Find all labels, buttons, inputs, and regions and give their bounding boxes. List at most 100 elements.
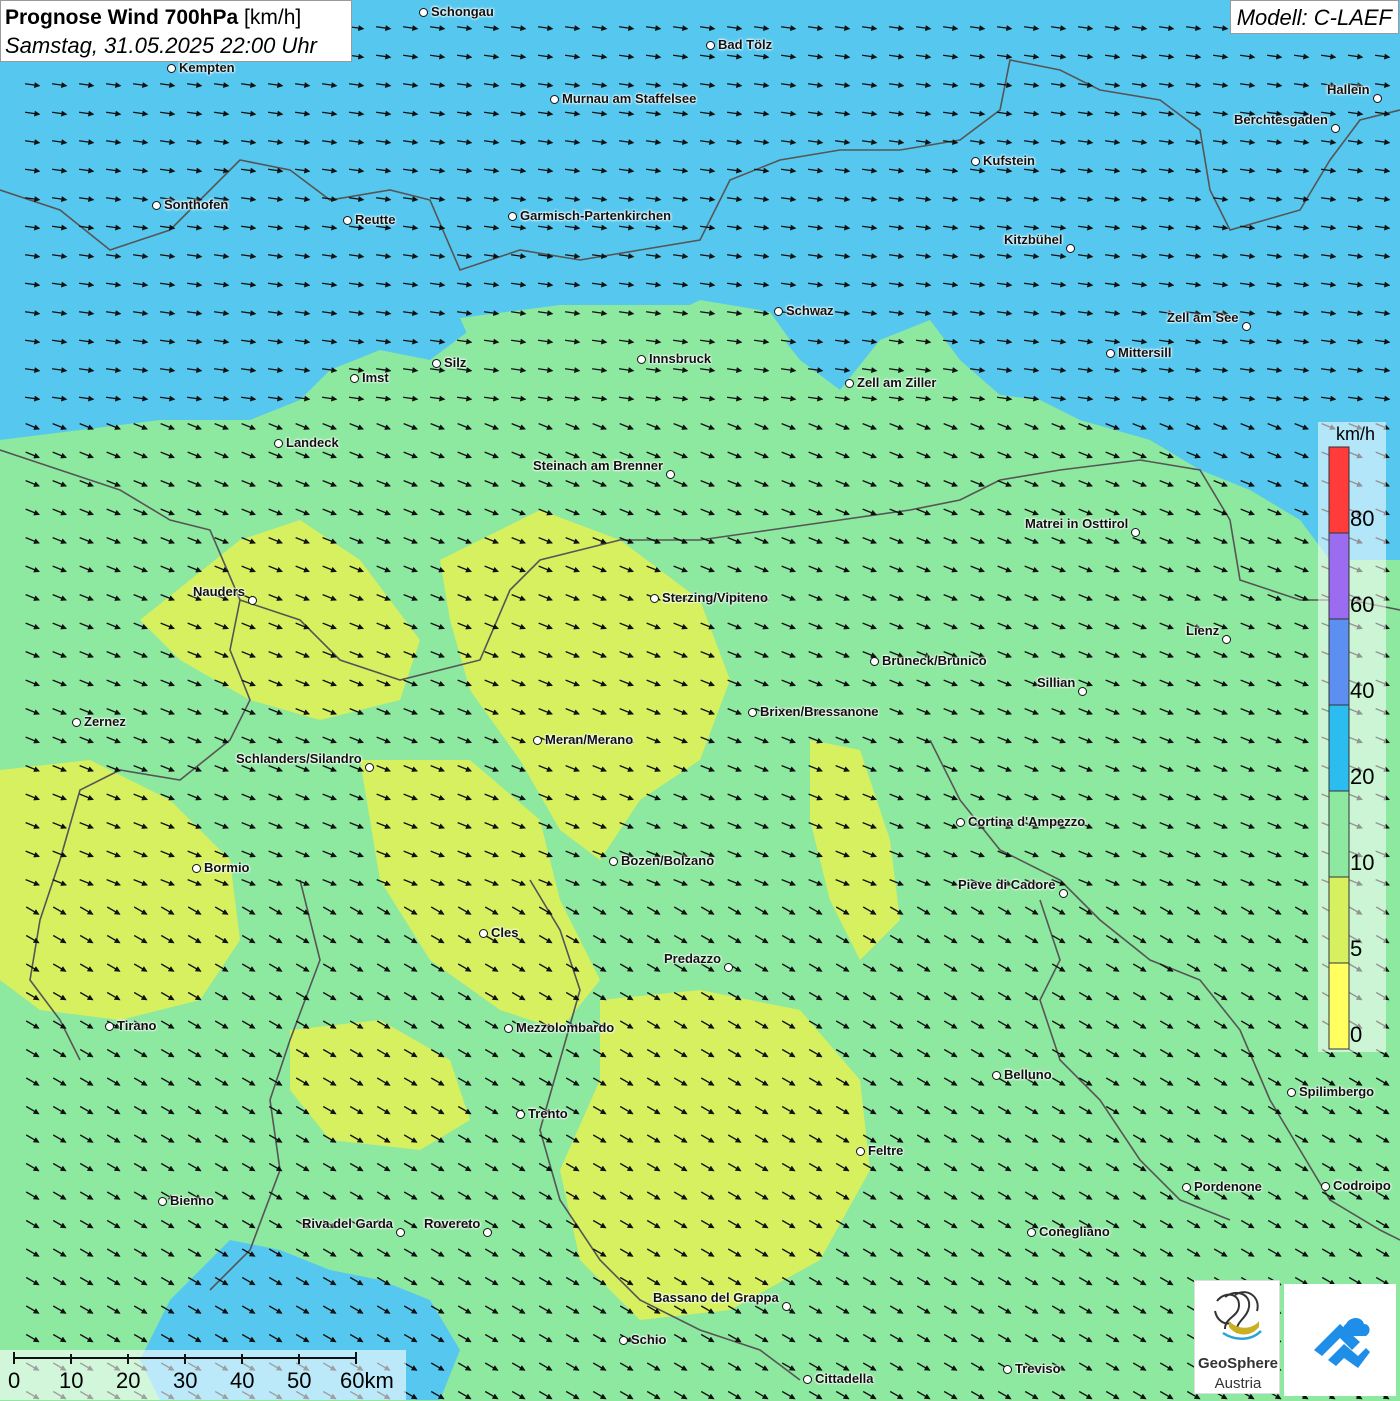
city-label: Cortina d'Ampezzo: [968, 814, 1086, 829]
legend-colorbar: [1328, 446, 1350, 1050]
city-label: Bruneck/Brunico: [882, 653, 987, 668]
city-marker[interactable]: [105, 1022, 114, 1031]
city-marker[interactable]: [1066, 244, 1075, 253]
city-marker[interactable]: [956, 818, 965, 827]
legend-swatch: [1328, 962, 1350, 1050]
forecast-datetime: Samstag, 31.05.2025 22:00 Uhr: [5, 33, 317, 58]
city-marker[interactable]: [1106, 349, 1115, 358]
city-label: Meran/Merano: [545, 732, 634, 747]
city-label: Bad Tölz: [718, 37, 773, 52]
city-marker[interactable]: [167, 64, 176, 73]
city-marker[interactable]: [504, 1024, 513, 1033]
city-marker[interactable]: [396, 1228, 405, 1237]
city-label: Innsbruck: [649, 351, 712, 366]
city-marker[interactable]: [992, 1071, 1001, 1080]
city-marker[interactable]: [1027, 1228, 1036, 1237]
city-marker[interactable]: [619, 1336, 628, 1345]
city-marker[interactable]: [1373, 94, 1382, 103]
scale-label: 20: [116, 1368, 141, 1393]
app-logo[interactable]: [1284, 1284, 1396, 1396]
city-marker[interactable]: [192, 864, 201, 873]
city-marker[interactable]: [1242, 322, 1251, 331]
city-marker[interactable]: [1321, 1182, 1330, 1191]
city-label: Zernez: [84, 714, 126, 729]
city-marker[interactable]: [350, 374, 359, 383]
city-label: Pieve di Cadore: [958, 877, 1056, 892]
city-label: Zell am Ziller: [857, 375, 937, 390]
city-label: Tirano: [117, 1018, 157, 1033]
city-label: Spilimbergo: [1299, 1084, 1375, 1099]
city-label: Bassano del Grappa: [653, 1290, 779, 1305]
city-marker[interactable]: [432, 359, 441, 368]
city-marker[interactable]: [533, 736, 542, 745]
city-label: Conegliano: [1039, 1224, 1110, 1239]
city-marker[interactable]: [845, 379, 854, 388]
city-marker[interactable]: [365, 763, 374, 772]
city-marker[interactable]: [1287, 1088, 1296, 1097]
model-label: Modell: C-LAEF: [1229, 0, 1399, 34]
city-label: Kitzbühel: [1004, 232, 1063, 247]
city-marker[interactable]: [248, 596, 257, 605]
city-marker[interactable]: [274, 439, 283, 448]
city-marker[interactable]: [774, 307, 783, 316]
legend-tick-label: 5: [1350, 936, 1363, 961]
city-label: Treviso: [1015, 1361, 1061, 1376]
city-marker[interactable]: [72, 718, 81, 727]
city-marker[interactable]: [782, 1302, 791, 1311]
legend-swatch: [1328, 532, 1350, 620]
city-label: Nauders: [193, 584, 246, 599]
city-marker[interactable]: [650, 594, 659, 603]
city-marker[interactable]: [516, 1110, 525, 1119]
city-marker[interactable]: [1131, 528, 1140, 537]
legend-swatch: [1328, 790, 1350, 878]
city-marker[interactable]: [609, 857, 618, 866]
city-marker[interactable]: [706, 41, 715, 50]
legend-tick-label: 20: [1350, 764, 1375, 789]
city-marker[interactable]: [158, 1197, 167, 1206]
city-marker[interactable]: [971, 157, 980, 166]
city-marker[interactable]: [1059, 889, 1068, 898]
city-marker[interactable]: [748, 708, 757, 717]
city-marker[interactable]: [724, 963, 733, 972]
city-label: Schlanders/Silandro: [236, 751, 362, 766]
city-marker[interactable]: [1182, 1183, 1191, 1192]
city-marker[interactable]: [479, 929, 488, 938]
city-marker[interactable]: [550, 95, 559, 104]
city-marker[interactable]: [1003, 1365, 1012, 1374]
city-label: Schwaz: [786, 303, 834, 318]
city-marker[interactable]: [1331, 124, 1340, 133]
scale-label: 40: [230, 1368, 255, 1393]
city-marker[interactable]: [1222, 635, 1231, 644]
city-label: Rovereto: [424, 1216, 481, 1231]
city-label: Mittersill: [1118, 345, 1172, 360]
city-label: Murnau am Staffelsee: [562, 91, 697, 106]
geosphere-icon: [1214, 1291, 1262, 1340]
city-marker[interactable]: [152, 201, 161, 210]
city-marker[interactable]: [419, 8, 428, 17]
city-marker[interactable]: [343, 216, 352, 225]
city-label: Sterzing/Vipiteno: [662, 590, 768, 605]
city-label: Bormio: [204, 860, 250, 875]
city-marker[interactable]: [1078, 687, 1087, 696]
city-label: Bienno: [170, 1193, 215, 1208]
city-label: Feltre: [868, 1143, 904, 1158]
legend-tick-label: 0: [1350, 1022, 1363, 1047]
city-marker[interactable]: [803, 1375, 812, 1384]
city-marker[interactable]: [870, 657, 879, 666]
title-unit: [km/h]: [244, 6, 302, 29]
city-marker[interactable]: [856, 1147, 865, 1156]
city-label: Kufstein: [983, 153, 1035, 168]
city-label: Landeck: [286, 435, 339, 450]
city-marker[interactable]: [483, 1228, 492, 1237]
legend-tick-label: 40: [1350, 678, 1375, 703]
city-label: Cittadella: [815, 1371, 874, 1386]
legend-tick-label: 60: [1350, 592, 1375, 617]
city-label: Hallein: [1327, 82, 1370, 97]
city-label: Bozen/Bolzano: [621, 853, 715, 868]
geosphere-logo[interactable]: GeoSphere Austria: [1194, 1280, 1280, 1394]
city-marker[interactable]: [508, 212, 517, 221]
legend-swatch: [1328, 618, 1350, 706]
city-marker[interactable]: [666, 470, 675, 479]
scale-label: 30: [173, 1368, 198, 1393]
city-marker[interactable]: [637, 355, 646, 364]
